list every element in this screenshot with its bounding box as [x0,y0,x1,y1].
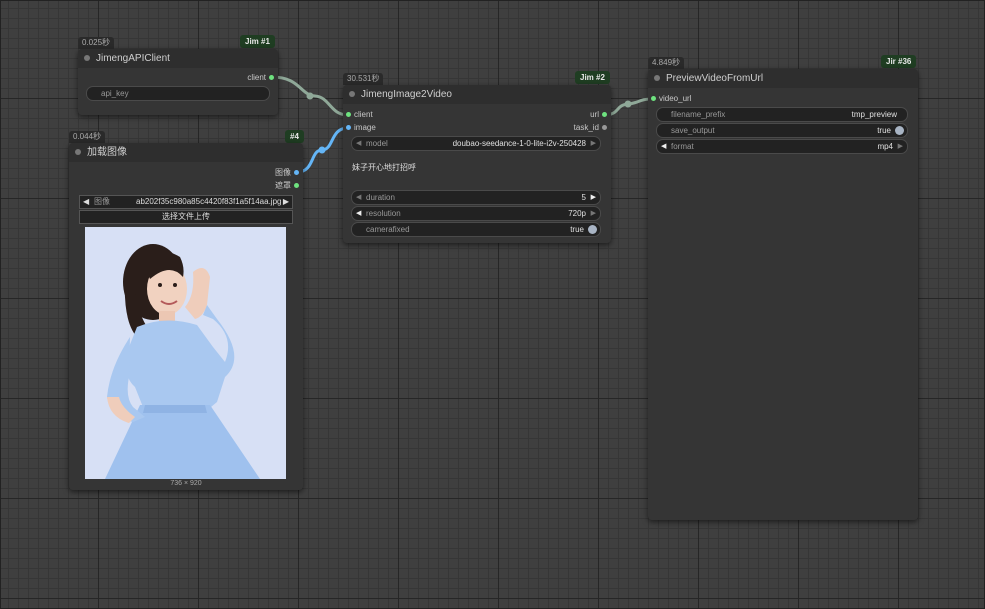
preview-node-title[interactable]: PreviewVideoFromUrl [648,69,918,88]
image-preview [85,227,286,479]
resolution-right-arrow-icon[interactable]: ▶ [591,207,596,220]
output-task-id-dot[interactable] [602,125,607,130]
input-video-url-label: video_url [659,94,692,103]
client-node-title-label: JimengAPIClient [96,53,170,64]
api-key-field[interactable]: api_key [86,86,270,101]
load-node-title-label: 加载图像 [87,147,127,158]
camerafixed-toggle[interactable]: camerafixed true [351,222,601,237]
format-right-arrow-icon[interactable]: ▶ [898,140,903,153]
save-output-toggle-knob[interactable] [895,126,904,135]
link-client-midpoint [306,92,314,100]
output-slot-url[interactable]: url [527,110,607,120]
output-mask-dot[interactable] [294,183,299,188]
load-node-timing: 0.044秒 [69,131,106,143]
image-select-combo[interactable]: ◀ 图像 ab202f35c980a85c4420f83f1a5f14aa.jp… [79,195,293,209]
link-image-midpoint [318,146,326,154]
save-output-toggle[interactable]: save_output true [656,123,908,138]
camerafixed-toggle-knob[interactable] [588,225,597,234]
duration-value: 5 [581,193,586,202]
output-slot-image[interactable]: 图像 [219,168,299,178]
input-image-dot[interactable] [346,125,351,130]
upload-file-button[interactable]: 选择文件上传 [79,210,293,224]
format-combo[interactable]: ◀ format mp4 ▶ [656,139,908,154]
output-slot-task-id[interactable]: task_id [527,123,607,133]
image-dimensions: 736 × 920 [170,480,202,487]
model-right-arrow-icon[interactable]: ▶ [591,137,596,150]
output-url-dot[interactable] [602,112,607,117]
filename-prefix-label: filename_prefix [671,110,726,119]
format-left-arrow-icon[interactable]: ◀ [661,140,666,153]
input-video-url-dot[interactable] [651,96,656,101]
node-preview-video-from-url[interactable]: PreviewVideoFromUrl video_url filename_p… [648,69,918,520]
resolution-left-arrow-icon[interactable]: ◀ [356,207,361,220]
input-slot-image[interactable]: image [346,123,426,133]
video-node-badge: Jim #2 [575,71,610,84]
duration-increment-icon[interactable]: ▶ [591,191,596,204]
collapse-dot-icon[interactable] [349,91,355,97]
duration-decrement-icon[interactable]: ◀ [356,191,361,204]
preview-node-badge: Jir #36 [881,55,917,68]
model-label: model [366,139,388,148]
resolution-combo[interactable]: ◀ resolution 720p ▶ [351,206,601,221]
filename-prefix-field[interactable]: filename_prefix tmp_preview [656,107,908,122]
input-slot-video-url[interactable]: video_url [651,94,731,104]
video-node-title[interactable]: JimengImage2Video [343,85,611,104]
output-slot-mask[interactable]: 遮罩 [219,181,299,191]
api-key-label: api_key [101,89,129,98]
load-node-badge: #4 [285,130,304,143]
model-value: doubao-seedance-1-0-lite-i2v-250428 [452,139,586,148]
node-load-image[interactable]: 加载图像 图像 遮罩 ◀ 图像 ab202f35c980a85c4420f83f… [69,143,303,490]
save-output-label: save_output [671,126,715,135]
image-select-value: ab202f35c980a85c4420f83f1a5f14aa.jpg [136,197,282,206]
output-image-dot[interactable] [294,170,299,175]
duration-stepper[interactable]: ◀ duration 5 ▶ [351,190,601,205]
format-value: mp4 [877,142,893,151]
input-client-dot[interactable] [346,112,351,117]
camerafixed-value: true [570,225,584,234]
portrait-image [85,227,286,479]
client-node-badge: Jim #1 [240,35,275,48]
format-label: format [671,142,694,151]
prompt-text[interactable]: 妹子开心地打招呼 [352,162,416,173]
resolution-label: resolution [366,209,401,218]
filename-prefix-value: tmp_preview [851,110,897,119]
model-left-arrow-icon[interactable]: ◀ [356,137,361,150]
save-output-value: true [877,126,891,135]
resolution-value: 720p [568,209,586,218]
preview-node-timing: 4.849秒 [648,57,685,69]
input-slot-client[interactable]: client [346,110,426,120]
client-node-timing: 0.025秒 [78,37,115,49]
node-jimeng-image2video[interactable]: JimengImage2Video client image url task_… [343,85,611,243]
collapse-dot-icon[interactable] [75,149,81,155]
client-node-title[interactable]: JimengAPIClient [78,49,278,68]
node-jimeng-api-client[interactable]: JimengAPIClient client api_key [78,49,278,115]
load-node-title[interactable]: 加载图像 [69,143,303,162]
combo-right-arrow-icon[interactable]: ▶ [283,196,289,208]
camerafixed-label: camerafixed [366,225,410,234]
combo-left-arrow-icon[interactable]: ◀ [83,196,89,208]
output-client-dot[interactable] [269,75,274,80]
video-node-title-label: JimengImage2Video [361,89,452,100]
video-node-timing: 30.531秒 [343,73,384,85]
collapse-dot-icon[interactable] [654,75,660,81]
collapse-dot-icon[interactable] [84,55,90,61]
model-combo[interactable]: ◀ model doubao-seedance-1-0-lite-i2v-250… [351,136,601,151]
output-slot-client[interactable]: client [194,73,274,83]
duration-label: duration [366,193,395,202]
preview-node-title-label: PreviewVideoFromUrl [666,73,764,84]
image-select-label: 图像 [94,197,110,206]
link-url-midpoint [624,100,632,108]
